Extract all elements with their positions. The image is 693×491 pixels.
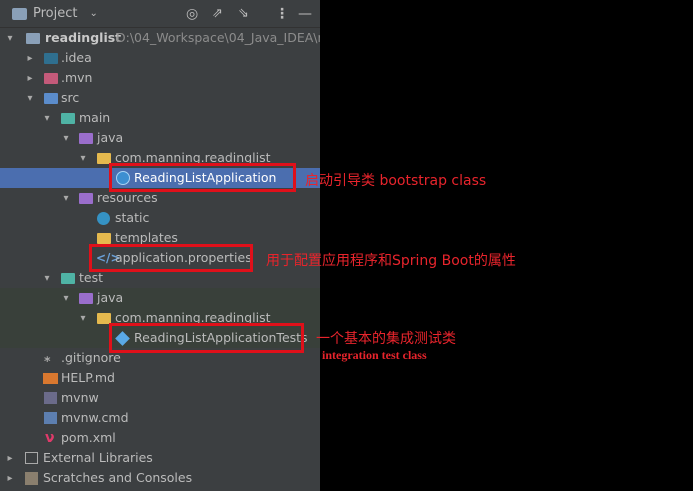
locate-icon[interactable]: ◎ <box>186 0 198 27</box>
item-label: src <box>61 90 80 105</box>
folder-icon <box>12 7 27 20</box>
project-toolbar: Project ⌄ ◎ ⇗ ⇘ ⋮ — <box>0 0 320 28</box>
tree-item-root[interactable]: ▾ readinglist D:\04_Workspace\04_Java_ID… <box>0 28 320 48</box>
source-folder-icon <box>79 133 93 144</box>
annotation-bootstrap: 启动引导类 bootstrap class <box>305 173 487 189</box>
tree-item-external-libraries[interactable]: ▸ External Libraries <box>0 448 320 468</box>
folder-icon <box>44 73 58 84</box>
root-name: readinglist <box>45 30 122 45</box>
more-icon[interactable]: ⋮ <box>275 0 289 27</box>
folder-icon <box>44 53 58 64</box>
tree-item-scratches[interactable]: ▸ Scratches and Consoles <box>0 468 320 488</box>
collapsed-arrow-icon[interactable]: ▸ <box>24 68 36 88</box>
cmd-file-icon <box>44 412 57 424</box>
markdown-icon <box>43 373 58 384</box>
item-label: pom.xml <box>61 430 116 445</box>
tree-item-main[interactable]: ▾ main <box>0 108 320 128</box>
resources-folder-icon <box>79 193 93 204</box>
git-icon: ⁎ <box>44 350 51 365</box>
maven-icon: ν <box>45 430 55 446</box>
project-view-selector[interactable]: Project ⌄ <box>12 0 98 27</box>
folder-icon <box>61 273 75 284</box>
tree-item-static[interactable]: static <box>0 208 320 228</box>
folder-icon <box>97 233 111 244</box>
expand-arrow-icon[interactable]: ▾ <box>60 288 72 308</box>
hide-icon[interactable]: — <box>298 0 312 27</box>
module-folder-icon <box>26 33 40 44</box>
item-label: .mvn <box>61 70 93 85</box>
collapse-icon[interactable]: ⇘ <box>238 0 249 27</box>
shell-script-icon <box>44 392 57 404</box>
tree-item-help[interactable]: HELP.md <box>0 368 320 388</box>
annotation-properties: 用于配置应用程序和Spring Boot的属性 <box>266 253 516 269</box>
expand-arrow-icon[interactable]: ▾ <box>60 188 72 208</box>
expand-arrow-icon[interactable]: ▾ <box>77 148 89 168</box>
tree-item-idea[interactable]: ▸ .idea <box>0 48 320 68</box>
item-label: mvnw <box>61 390 99 405</box>
annotation-tests-cn: 一个基本的集成测试类 <box>316 331 456 347</box>
expand-arrow-icon[interactable]: ▾ <box>24 88 36 108</box>
library-icon <box>25 452 38 464</box>
folder-icon <box>61 113 75 124</box>
item-label: .idea <box>61 50 92 65</box>
tree-item-mvnw-cmd[interactable]: mvnw.cmd <box>0 408 320 428</box>
item-label: main <box>79 110 111 125</box>
expand-arrow-icon[interactable]: ▾ <box>41 268 53 288</box>
expand-icon[interactable]: ⇗ <box>212 0 223 27</box>
project-title: Project <box>33 6 78 21</box>
item-label: External Libraries <box>43 450 153 465</box>
highlight-box-app-properties <box>89 244 253 272</box>
item-label: Scratches and Consoles <box>43 470 193 485</box>
highlight-box-test-class <box>109 323 304 353</box>
test-source-folder-icon <box>79 293 93 304</box>
tree-item-mvn[interactable]: ▸ .mvn <box>0 68 320 88</box>
web-folder-icon <box>97 212 110 225</box>
annotation-tests-en: integration test class <box>322 348 427 362</box>
scratches-icon <box>25 472 38 485</box>
expand-arrow-icon[interactable]: ▾ <box>41 108 53 128</box>
highlight-box-app-class <box>109 163 296 192</box>
chevron-down-icon[interactable]: ⌄ <box>89 8 97 19</box>
item-label: java <box>97 290 124 305</box>
item-label: static <box>115 210 150 225</box>
tree-item-main-java[interactable]: ▾ java <box>0 128 320 148</box>
tree-item-test-java[interactable]: ▾ java <box>0 288 320 308</box>
collapsed-arrow-icon[interactable]: ▸ <box>24 48 36 68</box>
root-path: D:\04_Workspace\04_Java_IDEA\rea <box>116 30 320 45</box>
expand-arrow-icon[interactable]: ▾ <box>4 28 16 48</box>
item-label: HELP.md <box>61 370 115 385</box>
folder-icon <box>44 93 58 104</box>
tree-item-mvnw[interactable]: mvnw <box>0 388 320 408</box>
collapsed-arrow-icon[interactable]: ▸ <box>4 468 16 488</box>
item-label: mvnw.cmd <box>61 410 129 425</box>
expand-arrow-icon[interactable]: ▾ <box>77 308 89 328</box>
collapsed-arrow-icon[interactable]: ▸ <box>4 448 16 468</box>
tree-item-src[interactable]: ▾ src <box>0 88 320 108</box>
tree-item-pom[interactable]: ν pom.xml <box>0 428 320 448</box>
item-label: java <box>97 130 124 145</box>
expand-arrow-icon[interactable]: ▾ <box>60 128 72 148</box>
